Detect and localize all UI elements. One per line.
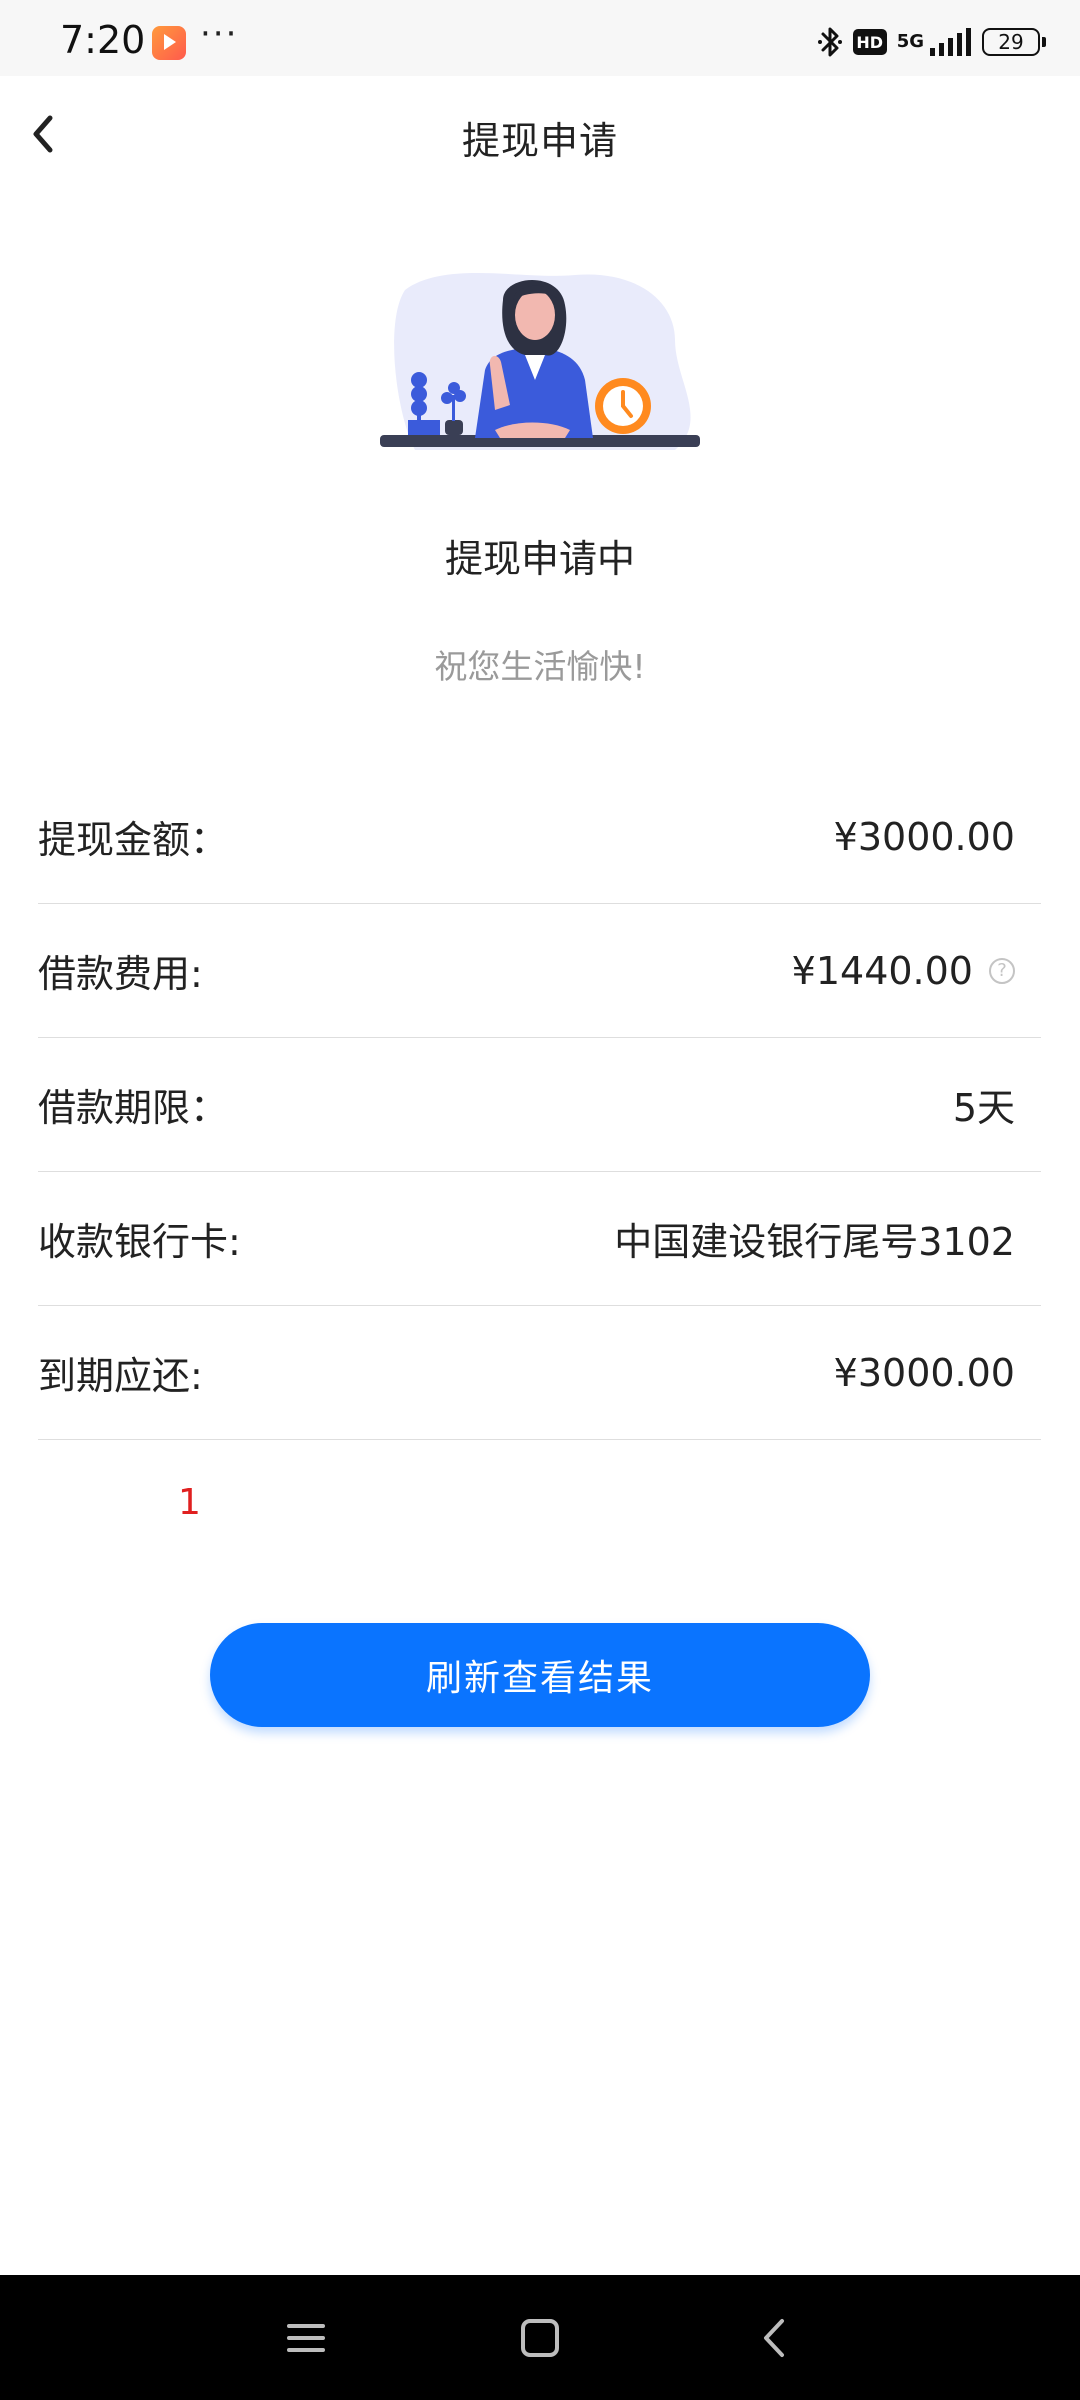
menu-icon bbox=[287, 2324, 325, 2352]
menu-button[interactable] bbox=[283, 2315, 329, 2361]
detail-value: 5天 bbox=[953, 1077, 1015, 1132]
hd-badge: HD bbox=[852, 29, 887, 55]
detail-row-fee: 借款费用: ¥1440.00 ? bbox=[38, 904, 1041, 1038]
page-title: 提现申请 bbox=[461, 119, 618, 163]
detail-row-due-amount: 到期应还: ¥3000.00 bbox=[38, 1306, 1041, 1440]
detail-value: ¥3000.00 bbox=[834, 815, 1015, 859]
help-circle-icon[interactable]: ? bbox=[989, 957, 1015, 984]
withdraw-details: 提现金额： ¥3000.00 借款费用: ¥1440.00 ? 借款期限： 5天… bbox=[38, 770, 1041, 1440]
detail-value: ¥1440.00 ? bbox=[792, 949, 1015, 993]
status-subtitle: 祝您生活愉快! bbox=[434, 647, 646, 686]
signal-icon bbox=[928, 26, 972, 58]
nav-back-button[interactable] bbox=[752, 2315, 798, 2361]
detail-label: 收款银行卡: bbox=[38, 1220, 241, 1264]
detail-row-amount: 提现金额： ¥3000.00 bbox=[38, 770, 1041, 904]
detail-label: 到期应还: bbox=[38, 1354, 203, 1398]
waiting-illustration bbox=[380, 273, 700, 450]
battery-level: 29 bbox=[998, 30, 1024, 54]
video-app-icon bbox=[152, 26, 186, 60]
due-amount-value: ¥3000.00 bbox=[833, 1350, 1015, 1395]
red-note: 1 bbox=[178, 1482, 201, 1523]
detail-row-term: 借款期限： 5天 bbox=[38, 1038, 1041, 1172]
status-time: 7:20 bbox=[60, 18, 146, 62]
status-title: 提现申请中 bbox=[444, 537, 635, 581]
bluetooth-icon bbox=[817, 24, 843, 60]
detail-value: 中国建设银行尾号3102 bbox=[614, 1211, 1015, 1266]
term-value: 5天 bbox=[952, 1086, 1015, 1130]
detail-value: ¥3000.00 bbox=[834, 1351, 1015, 1395]
battery-icon: 29 bbox=[982, 28, 1046, 56]
more-notifications-icon: ··· bbox=[200, 14, 239, 54]
bank-card-value: 中国建设银行尾号3102 bbox=[614, 1220, 1015, 1264]
status-icons: HD 5G 29 bbox=[817, 22, 1046, 62]
status-bar: 7:20 ··· HD 5G 29 bbox=[0, 0, 1080, 76]
network-type: 5G bbox=[896, 31, 924, 52]
refresh-result-button[interactable]: 刷新查看结果 bbox=[210, 1623, 870, 1727]
home-button[interactable] bbox=[517, 2315, 563, 2361]
detail-row-bank-card: 收款银行卡: 中国建设银行尾号3102 bbox=[38, 1172, 1041, 1306]
fee-value: ¥1440.00 bbox=[791, 948, 973, 993]
detail-label: 借款费用: bbox=[38, 952, 203, 996]
page-header: 提现申请 bbox=[0, 76, 1080, 196]
home-icon bbox=[521, 2319, 559, 2357]
system-nav-bar bbox=[0, 2275, 1080, 2400]
amount-value: ¥3000.00 bbox=[833, 814, 1015, 859]
back-icon bbox=[764, 2319, 784, 2357]
detail-label: 借款期限： bbox=[38, 1086, 229, 1130]
detail-label: 提现金额： bbox=[38, 818, 229, 862]
